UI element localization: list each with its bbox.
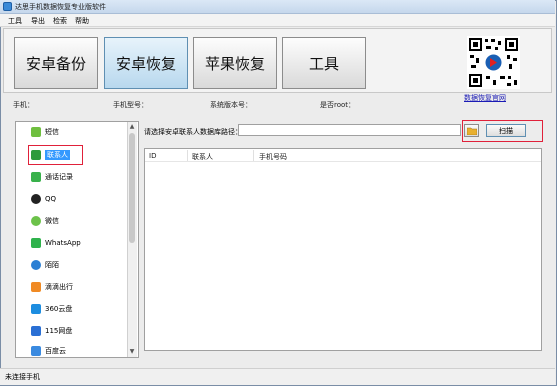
os-version-label: 系统版本号： [210,101,252,109]
root-status-label: 是否root： [320,101,356,109]
tab-android-backup[interactable]: 安卓备份 [14,37,98,89]
phone-label: 手机： [13,101,34,109]
app-icon [3,2,12,11]
cloud360-icon [31,304,41,314]
qq-icon [31,194,41,204]
title-bar: 达思手机数据恢复专业版软件 [0,0,555,14]
list-item-label: 短信 [45,128,59,136]
baidu-cloud-icon [31,346,41,356]
menu-bar: 工具 导出 检索 帮助 [0,14,555,27]
list-item-baidu-cloud[interactable]: 百度云 [31,344,66,358]
list-item-sms[interactable]: 短信 [31,125,59,139]
menu-search[interactable]: 检索 [53,16,67,26]
db-path-input[interactable] [238,124,461,136]
list-item-360-cloud[interactable]: 360云盘 [31,302,72,316]
scroll-up-icon[interactable]: ▲ [128,123,136,131]
window-title: 达思手机数据恢复专业版软件 [15,3,106,11]
list-item-call-log[interactable]: 通话记录 [31,170,73,184]
status-bar [0,368,555,385]
connection-status: 未连接手机 [5,373,40,381]
list-item-wechat[interactable]: 微信 [31,214,59,228]
list-item-label: 陌陌 [45,261,59,269]
list-item-momo[interactable]: 陌陌 [31,258,59,272]
tab-android-recovery[interactable]: 安卓恢复 [104,37,188,89]
list-item-label: 通话记录 [45,173,73,181]
scan-button[interactable]: 扫描 [486,124,526,137]
browse-folder-button[interactable] [464,124,479,137]
db-path-label: 请选择安卓联系人数据库路径： [144,128,242,136]
wechat-icon [31,216,41,226]
column-header-id[interactable]: ID [149,152,156,160]
scroll-thumb[interactable] [129,133,135,243]
sms-icon [31,127,41,137]
list-item-label: WhatsApp [45,239,81,247]
momo-icon [31,260,41,270]
list-item-label: 微信 [45,217,59,225]
list-item-115-pan[interactable]: 115网盘 [31,324,72,338]
menu-export[interactable]: 导出 [31,16,45,26]
folder-icon [466,127,477,135]
scroll-down-icon[interactable]: ▼ [128,348,136,356]
list-item-label: QQ [45,195,57,203]
menu-help[interactable]: 帮助 [75,16,89,26]
list-item-label: 115网盘 [45,327,73,335]
list-item-label: 百度云 [45,347,66,355]
phone-model-label: 手机型号： [113,101,148,109]
column-divider [187,150,188,161]
qr-code-icon [467,36,520,89]
didi-icon [31,282,41,292]
call-log-icon [31,172,41,182]
table-header-line [145,161,541,162]
tab-tools[interactable]: 工具 [282,37,366,89]
menu-tools[interactable]: 工具 [8,16,22,26]
column-divider [253,150,254,161]
list-item-label: 360云盘 [45,305,73,313]
whatsapp-icon [31,238,41,248]
selection-highlight [28,145,83,165]
pan115-icon [31,326,41,336]
contacts-table [144,148,542,351]
list-item-qq[interactable]: QQ [31,192,56,206]
official-site-link[interactable]: 数据恢复官网 [464,93,506,103]
list-item-whatsapp[interactable]: WhatsApp [31,236,81,250]
tab-apple-recovery[interactable]: 苹果恢复 [193,37,277,89]
list-item-didi[interactable]: 滴滴出行 [31,280,73,294]
list-item-label: 滴滴出行 [45,283,73,291]
